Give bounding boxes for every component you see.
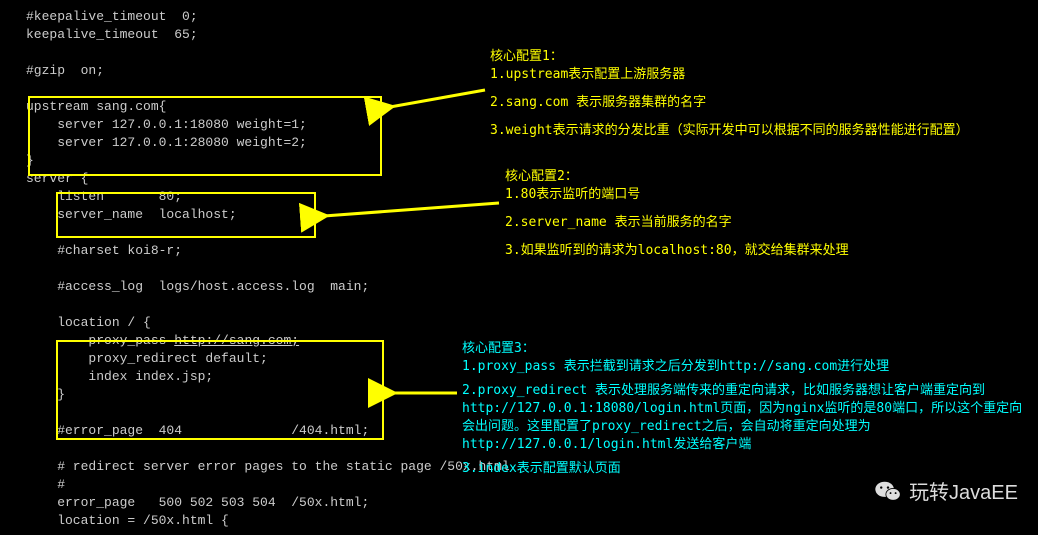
annotation-title: 核心配置1： bbox=[490, 48, 1030, 66]
code-line: keepalive_timeout 65; bbox=[26, 27, 198, 42]
annotation-title: 核心配置2： bbox=[505, 168, 935, 186]
code-line: server 127.0.0.1:18080 weight=1; bbox=[26, 117, 307, 132]
code-line: server { bbox=[26, 171, 88, 186]
code-line: listen 80; bbox=[26, 189, 182, 204]
annotation-line: 1.80表示监听的端口号 bbox=[505, 186, 935, 204]
arrow-icon-2 bbox=[314, 198, 504, 228]
annotation-line: 3.如果监听到的请求为localhost:80，就交给集群来处理 bbox=[505, 242, 935, 260]
code-line: #error_page 404 /404.html; bbox=[26, 423, 369, 438]
annotation-line: 3.weight表示请求的分发比重（实际开发中可以根据不同的服务器性能进行配置） bbox=[490, 122, 1030, 140]
annotation-line: 1.proxy_pass 表示拦截到请求之后分发到http://sang.com… bbox=[462, 358, 1032, 376]
code-line: proxy_pass http://sang.com; bbox=[26, 333, 299, 348]
code-line: } bbox=[26, 387, 65, 402]
annotation-line: 2.server_name 表示当前服务的名字 bbox=[505, 214, 935, 232]
annotation-block-2: 核心配置2： 1.80表示监听的端口号 2.server_name 表示当前服务… bbox=[505, 168, 935, 260]
watermark-text: 玩转JavaEE bbox=[909, 476, 1018, 505]
code-line: error_page 500 502 503 504 /50x.html; bbox=[26, 495, 369, 510]
annotation-block-1: 核心配置1： 1.upstream表示配置上游服务器 2.sang.com 表示… bbox=[490, 48, 1030, 140]
arrow-icon-1 bbox=[380, 85, 490, 115]
code-line: server 127.0.0.1:28080 weight=2; bbox=[26, 135, 307, 150]
code-line: #keepalive_timeout 0; bbox=[26, 9, 198, 24]
wechat-icon bbox=[875, 480, 901, 502]
code-line: # redirect server error pages to the sta… bbox=[26, 459, 510, 474]
code-line: location = /50x.html { bbox=[26, 513, 229, 528]
annotation-block-3: 核心配置3： 1.proxy_pass 表示拦截到请求之后分发到http://s… bbox=[462, 340, 1032, 478]
nginx-config-code: #keepalive_timeout 0; keepalive_timeout … bbox=[0, 0, 510, 530]
annotation-title: 核心配置3： bbox=[462, 340, 1032, 358]
watermark: 玩转JavaEE bbox=[875, 476, 1018, 505]
code-line: } bbox=[26, 153, 34, 168]
code-line: index index.jsp; bbox=[26, 369, 213, 384]
proxy-pass-url: http://sang.com; bbox=[174, 333, 299, 348]
arrow-icon-3 bbox=[382, 378, 462, 408]
annotation-line: 1.upstream表示配置上游服务器 bbox=[490, 66, 1030, 84]
code-line: upstream sang.com{ bbox=[26, 99, 166, 114]
code-line: # bbox=[26, 477, 65, 492]
code-line: #charset koi8-r; bbox=[26, 243, 182, 258]
code-line: location / { bbox=[26, 315, 151, 330]
code-line: proxy_redirect default; bbox=[26, 351, 268, 366]
annotation-line: 2.proxy_redirect 表示处理服务端传来的重定向请求，比如服务器想让… bbox=[462, 382, 1032, 454]
annotation-line: 2.sang.com 表示服务器集群的名字 bbox=[490, 94, 1030, 112]
code-line: #gzip on; bbox=[26, 63, 104, 78]
code-line: #access_log logs/host.access.log main; bbox=[26, 279, 369, 294]
code-line: server_name localhost; bbox=[26, 207, 237, 222]
